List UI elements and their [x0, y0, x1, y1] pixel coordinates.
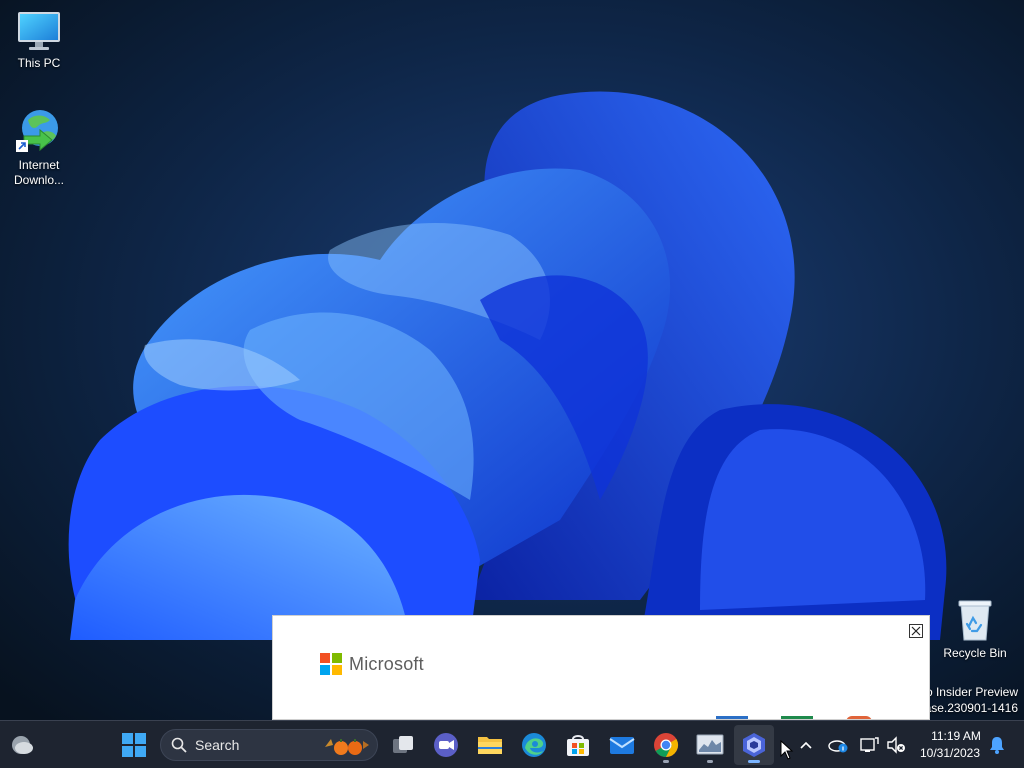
taskbar-search-box[interactable]: Search [160, 729, 378, 761]
taskbar: Search 11:19 AM 10/31/2023 [0, 720, 1024, 768]
chrome-icon [654, 733, 679, 757]
active-indicator [748, 760, 760, 763]
store-bag-icon [567, 735, 589, 756]
start-button[interactable] [114, 725, 154, 765]
file-explorer-button[interactable] [470, 725, 510, 765]
volume-muted-icon [887, 736, 905, 754]
microsoft-store-button[interactable] [558, 725, 598, 765]
onedrive-tray-button[interactable] [822, 725, 854, 765]
desktop-icon-label: Recycle Bin [943, 646, 1007, 660]
recycle-bin-icon [958, 600, 992, 641]
watermark-line-1: o Insider Preview [925, 685, 1018, 699]
cloud-info-icon [828, 740, 848, 753]
system-monitor-button[interactable] [690, 725, 730, 765]
search-label: Search [195, 737, 240, 753]
watermark-line-2: ease.230901-1416 [917, 701, 1018, 715]
chart-monitor-icon [696, 734, 724, 755]
bell-icon [990, 737, 1004, 754]
microsoft-popup-window: Microsoft [272, 615, 930, 720]
folder-icon [478, 737, 502, 754]
microsoft-brand: Microsoft [320, 653, 424, 675]
edge-browser-button[interactable] [514, 725, 554, 765]
desktop-icon-this-pc[interactable]: This PC [1, 10, 77, 71]
notifications-button[interactable] [982, 725, 1012, 765]
desktop-icon-label: This PC [17, 56, 61, 70]
brand-name: Microsoft [349, 653, 424, 674]
internet-download-manager-icon [16, 110, 58, 152]
show-hidden-icons-button[interactable] [792, 725, 820, 765]
task-view-icon [393, 736, 413, 753]
monitor-icon [18, 12, 60, 50]
network-tray-button[interactable] [854, 725, 884, 765]
mail-button[interactable] [602, 725, 642, 765]
desktop-icon-internet-download-manager[interactable]: Internet Downlo... [1, 106, 77, 188]
teams-chat-button[interactable] [426, 725, 466, 765]
clock-date[interactable]: 10/31/2023 [910, 746, 990, 760]
desktop-icon-label: Internet Downlo... [13, 158, 65, 187]
chrome-browser-button[interactable] [646, 725, 686, 765]
active-app-button[interactable] [734, 725, 774, 765]
network-icon [860, 737, 879, 752]
desktop-icon-recycle-bin[interactable]: Recycle Bin [937, 598, 1013, 661]
insider-preview-watermark: o Insider Preview ease.230901-1416 [918, 685, 1018, 715]
weather-cloud-icon [12, 736, 33, 754]
volume-tray-button[interactable] [882, 725, 910, 765]
windows-logo-icon [122, 733, 146, 757]
popup-close-button[interactable] [909, 624, 923, 638]
search-icon [171, 737, 187, 753]
running-indicator [663, 760, 669, 763]
task-view-button[interactable] [383, 725, 423, 765]
microsoft-logo-icon [320, 653, 342, 675]
running-indicator [707, 760, 713, 763]
desktop-wallpaper [0, 0, 1024, 720]
halloween-pumpkins-icon [325, 739, 369, 755]
edge-icon [522, 733, 546, 757]
chevron-up-icon [800, 741, 812, 749]
mail-envelope-icon [609, 737, 635, 754]
close-icon [911, 626, 921, 636]
teams-chat-icon [434, 733, 458, 757]
widgets-button[interactable] [2, 725, 42, 765]
hexagon-app-icon [743, 733, 765, 757]
